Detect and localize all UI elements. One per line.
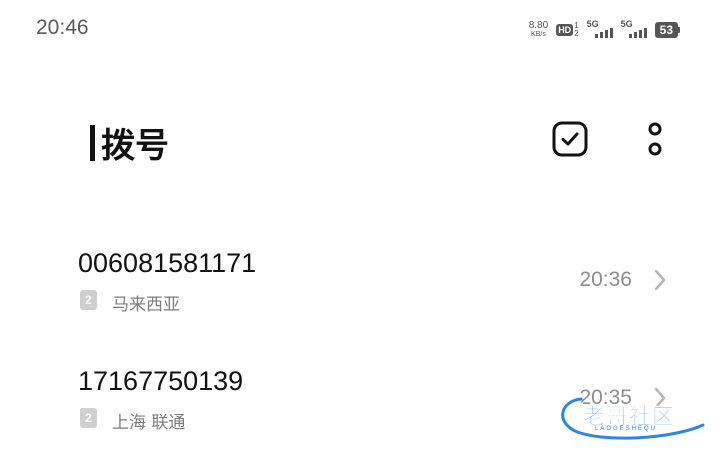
call-time: 20:36 (579, 268, 632, 291)
hd-label: HD (556, 24, 574, 36)
battery-level: 53 (654, 22, 678, 38)
more-options-button[interactable] (640, 120, 670, 160)
page-title-area: 拨号 (90, 118, 169, 167)
call-location: 马来西亚 (112, 295, 180, 315)
sim-card-icon: 2 (80, 290, 97, 310)
signal-bars-icon (628, 28, 647, 38)
more-vertical-icon (648, 122, 662, 156)
select-button[interactable] (552, 121, 588, 157)
battery-icon: 53 (654, 22, 680, 38)
signal-sim2-icon: 5G (621, 19, 647, 40)
text-cursor (90, 124, 95, 161)
call-location: 上海 联通 (112, 413, 186, 433)
battery-tip (678, 27, 680, 33)
status-time: 20:46 (36, 16, 89, 39)
hd-sim-bottom: 2 (574, 29, 579, 38)
page-title: 拨号 (101, 126, 169, 166)
call-log-item[interactable]: 006081581171 2 马来西亚 20:36 (0, 248, 720, 348)
hd-sim-numbers: 1 2 (574, 22, 578, 38)
watermark-subtext: LAOGESHEQU (595, 426, 658, 432)
chevron-right-icon[interactable] (652, 268, 668, 292)
call-number: 006081581171 (78, 248, 257, 278)
signal-bars-icon (594, 28, 613, 38)
checkbox-select-icon (552, 121, 588, 157)
watermark-logo: 老哥社区 LAOGESHEQU (553, 393, 709, 443)
signal-sim1-icon: 5G (587, 19, 613, 40)
network-speed-value: 8.80 (528, 20, 549, 31)
network-speed: 8.80 KB/s (529, 21, 548, 39)
call-number: 17167750139 (78, 366, 244, 396)
network-speed-unit: KB/s (531, 31, 546, 38)
status-icons: 8.80 KB/s HD 1 2 5G 5G 53 (529, 18, 680, 42)
volte-hd-icon: HD 1 2 (556, 22, 579, 38)
dialer-screen: 20:46 8.80 KB/s HD 1 2 5G 5G 53 拨号 00608… (0, 0, 720, 464)
sim-card-icon: 2 (80, 408, 97, 428)
